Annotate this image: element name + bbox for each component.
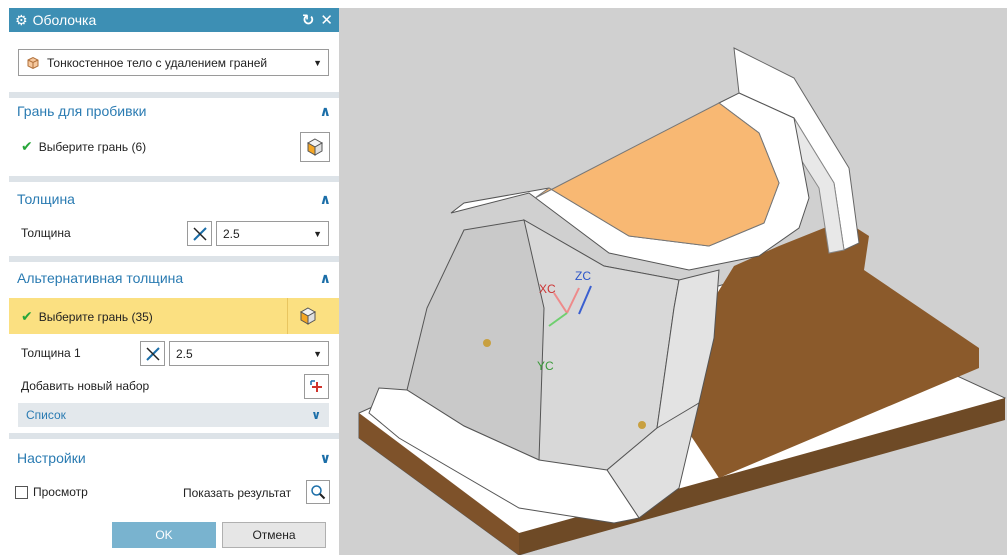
section-header-settings[interactable]: Настройки ∨ [9,445,339,471]
select-face-label: Выберите грань (6) [38,139,147,154]
preview-option: Просмотр [15,485,88,499]
select-face-label: Выберите грань (35) [38,309,153,324]
face-cube-icon [306,138,324,156]
alt-thickness-value: 2.5 [176,346,193,361]
thickness-row: Толщина 2.5 ▼ [9,212,339,252]
add-set-row: Добавить новый набор [9,371,339,401]
measure-button[interactable] [187,221,212,246]
section-title: Толщина [17,191,75,207]
dialog-titlebar: ⚙ Оболочка ↻ ✕ [9,8,339,32]
add-icon [309,379,322,392]
magnifier-icon [311,485,326,500]
thickness-input[interactable]: 2.5 ▼ [216,221,329,246]
z-axis-label: ZC [575,269,591,283]
shell-dialog: ⚙ Оболочка ↻ ✕ Тонкостенное тело с удале… [9,8,339,555]
section-header-alt-thickness[interactable]: Альтернативная толщина ∧ [9,265,339,291]
point-marker [638,421,646,429]
chevron-down-icon: ▼ [313,57,322,68]
section-title: Настройки [17,450,86,466]
divider [9,256,339,262]
show-result-button[interactable] [306,480,330,504]
chevron-up-icon[interactable]: ∧ [320,270,331,287]
preview-checkbox[interactable] [15,485,28,499]
pierce-face-select-row[interactable]: ✔ Выберите грань (6) [9,124,339,176]
list-row: Список ∨ [9,403,339,429]
shell-type-select[interactable]: Тонкостенное тело с удалением граней ▼ [18,49,329,76]
divider [9,176,339,182]
alt-thickness-label: Толщина 1 [21,346,81,360]
chevron-down-icon: ▼ [313,228,322,239]
section-title: Грань для пробивки [17,103,147,119]
thickness-label: Толщина [21,226,71,240]
chevron-down-icon: ∨ [311,408,321,422]
graphics-viewport[interactable]: XC ZC YC [339,8,1007,555]
alt-thickness-input[interactable]: 2.5 ▼ [169,341,329,366]
cancel-button[interactable]: Отмена [222,522,326,548]
preview-label: Просмотр [33,485,88,499]
close-icon[interactable]: ✕ [320,11,333,29]
dialog-footer: Просмотр Показать результат OK Отмена [9,473,339,555]
thickness-value: 2.5 [223,226,240,241]
thin-body-icon [27,56,39,69]
section-title: Альтернативная толщина [17,270,184,286]
section-header-pierce-face[interactable]: Грань для пробивки ∧ [9,98,339,124]
select-face-button[interactable] [293,301,323,331]
gear-icon[interactable]: ⚙ [15,12,28,29]
y-axis-label: YC [537,359,554,373]
shell-type-value: Тонкостенное тело с удалением граней [47,55,268,70]
dialog-title: Оболочка [32,12,97,28]
chevron-up-icon[interactable]: ∧ [320,103,331,120]
alt-thickness-row: Толщина 1 2.5 ▼ [9,338,339,368]
check-icon: ✔ [21,138,33,154]
show-result-label: Показать результат [183,486,292,500]
list-label: Список [26,408,66,422]
measure-icon [145,346,160,361]
divider [287,298,288,334]
point-marker [483,339,491,347]
select-face-button[interactable] [300,132,330,162]
chevron-down-icon: ▼ [313,348,322,359]
measure-icon [192,226,207,241]
x-axis-label: XC [539,282,556,296]
section-header-thickness[interactable]: Толщина ∧ [9,186,339,212]
list-toggle[interactable]: Список ∨ [18,403,329,427]
ok-button[interactable]: OK [112,522,216,548]
chevron-down-icon[interactable]: ∨ [320,450,331,467]
type-section: Тонкостенное тело с удалением граней ▼ [9,32,339,92]
shell-model: XC ZC YC [358,47,1006,555]
add-set-label: Добавить новый набор [21,379,150,393]
measure-button[interactable] [140,341,165,366]
divider [9,433,339,439]
reset-icon[interactable]: ↻ [302,11,315,29]
add-set-button[interactable] [304,374,329,399]
alt-face-select-row[interactable]: ✔ Выберите грань (35) [9,298,339,334]
chevron-up-icon[interactable]: ∧ [320,191,331,208]
face-cube-icon [299,307,317,325]
check-icon: ✔ [21,308,33,324]
